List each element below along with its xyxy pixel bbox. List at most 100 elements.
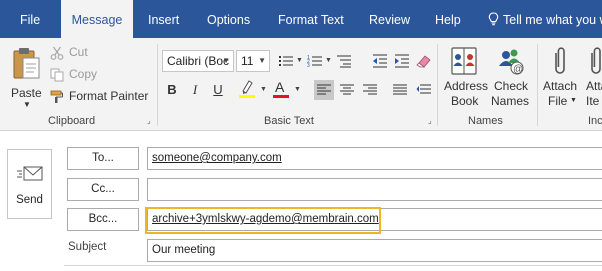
numbering-dropdown-icon[interactable]: ▼ [325, 57, 332, 64]
cut-label: Cut [69, 45, 88, 59]
cut-button[interactable]: Cut [50, 45, 100, 61]
font-name-value: Calibri (Boc [167, 54, 230, 68]
paste-label: Paste [11, 86, 42, 100]
increase-indent-icon [395, 54, 409, 68]
address-book-label-line1: Address [444, 79, 489, 93]
address-book-button[interactable]: Address Book [441, 44, 489, 112]
align-center-button[interactable] [337, 80, 357, 100]
numbering-button[interactable]: 1 2 3 [305, 51, 325, 71]
address-book-label-line2: Book [451, 94, 479, 108]
basic-text-dialog-launcher[interactable]: ⌟ [428, 117, 436, 125]
italic-button[interactable]: I [185, 80, 205, 100]
font-name-combo[interactable]: Calibri (Boc ▼ [162, 50, 234, 72]
to-recipient[interactable]: someone@company.com [152, 152, 282, 164]
align-left-button[interactable] [314, 80, 334, 100]
svg-text:@: @ [513, 64, 523, 75]
basic-text-group-label: Basic Text [264, 115, 314, 127]
scissors-icon [50, 46, 64, 60]
highlighter-icon [239, 80, 255, 98]
justify-icon [393, 84, 407, 95]
tab-review[interactable]: Review [369, 0, 410, 38]
tab-insert[interactable]: Insert [148, 0, 179, 38]
format-painter-label: Format Painter [69, 89, 149, 103]
group-divider [157, 44, 158, 126]
send-label: Send [16, 194, 43, 206]
bullets-button[interactable] [276, 51, 296, 71]
font-size-dropdown-icon: ▼ [258, 56, 266, 65]
clear-formatting-button[interactable] [414, 51, 434, 71]
font-color-button[interactable]: A [272, 79, 294, 101]
multilevel-list-icon [337, 55, 351, 68]
justify-button[interactable] [390, 80, 410, 100]
bullets-dropdown-icon[interactable]: ▼ [296, 57, 303, 64]
include-group-label: Inc [588, 115, 602, 127]
check-names-label-line1: Check [494, 79, 529, 93]
highlight-color-button[interactable] [238, 79, 260, 101]
to-button[interactable]: To... [67, 147, 139, 170]
align-left-icon [317, 84, 331, 95]
clipboard-dialog-launcher[interactable]: ⌟ [147, 117, 155, 125]
decrease-indent-icon [373, 54, 387, 68]
format-painter-button[interactable]: Format Painter [50, 89, 150, 105]
bold-button[interactable]: B [162, 80, 182, 100]
lightbulb-icon [488, 12, 499, 26]
align-right-icon [363, 84, 377, 95]
tab-file[interactable]: File [20, 0, 40, 38]
copy-label: Copy [69, 67, 98, 81]
rtl-direction-button[interactable] [414, 80, 434, 100]
to-field[interactable]: someone@company.com [147, 147, 602, 170]
format-painter-icon [50, 90, 63, 103]
attach-item-icon [591, 47, 601, 74]
text-direction-icon [416, 84, 431, 94]
bcc-button[interactable]: Bcc... [67, 208, 139, 231]
check-names-icon: @ [499, 49, 524, 75]
tab-message[interactable]: Message [61, 0, 133, 38]
clipboard-group-label: Clipboard [48, 115, 96, 127]
svg-text:A: A [275, 79, 285, 95]
check-names-label-line2: Names [491, 94, 530, 108]
bcc-highlight-box [145, 207, 381, 234]
paperclip-icon [555, 47, 565, 74]
tell-me-search[interactable]: Tell me what you w [488, 0, 602, 38]
underline-button[interactable]: U [208, 80, 228, 100]
message-body-divider [64, 265, 602, 266]
font-name-dropdown-icon: ▼ [222, 56, 230, 65]
send-icon [17, 166, 43, 181]
ribbon-tab-bar: File Message Insert Options Format Text … [0, 0, 602, 38]
align-right-button[interactable] [360, 80, 380, 100]
cc-button[interactable]: Cc... [67, 178, 139, 201]
attach-file-label-line1: Attach [543, 79, 578, 93]
group-divider [537, 44, 538, 126]
cc-field[interactable] [147, 178, 602, 201]
font-color-icon: A [273, 79, 289, 98]
tab-help[interactable]: Help [435, 0, 461, 38]
highlight-color-dropdown-icon[interactable]: ▼ [260, 86, 267, 93]
font-size-combo[interactable]: 11 ▼ [236, 50, 270, 72]
font-color-dropdown-icon[interactable]: ▼ [294, 86, 301, 93]
check-names-button[interactable]: @ Check Names [490, 44, 532, 112]
numbering-icon: 1 2 3 [307, 55, 322, 69]
attach-item-label-line2: Ite [586, 94, 600, 108]
copy-button[interactable]: Copy [50, 67, 102, 83]
bullets-icon [279, 56, 293, 66]
tell-me-label: Tell me what you w [503, 13, 602, 27]
font-size-value: 11 [241, 54, 254, 68]
paste-button[interactable]: Paste ▼ [8, 44, 46, 110]
attach-file-button[interactable]: Attach File ▼ [540, 44, 580, 112]
tab-format-text[interactable]: Format Text [278, 0, 344, 38]
send-button[interactable]: Send [7, 149, 52, 219]
increase-indent-button[interactable] [392, 51, 412, 71]
attach-file-dropdown-icon[interactable]: ▼ [570, 97, 577, 104]
multilevel-list-button[interactable] [334, 51, 354, 71]
attach-item-button[interactable]: Attac Ite [584, 44, 602, 112]
paste-icon [13, 48, 40, 79]
svg-text:3: 3 [307, 63, 310, 68]
attach-item-label-line1: Attac [586, 79, 602, 93]
decrease-indent-button[interactable] [370, 51, 390, 71]
subject-field[interactable]: Our meeting [147, 239, 602, 262]
tab-options[interactable]: Options [207, 0, 250, 38]
names-group-label: Names [468, 115, 503, 127]
copy-icon [50, 68, 64, 82]
subject-label: Subject [68, 241, 107, 253]
paste-dropdown-arrow[interactable]: ▼ [23, 100, 31, 109]
